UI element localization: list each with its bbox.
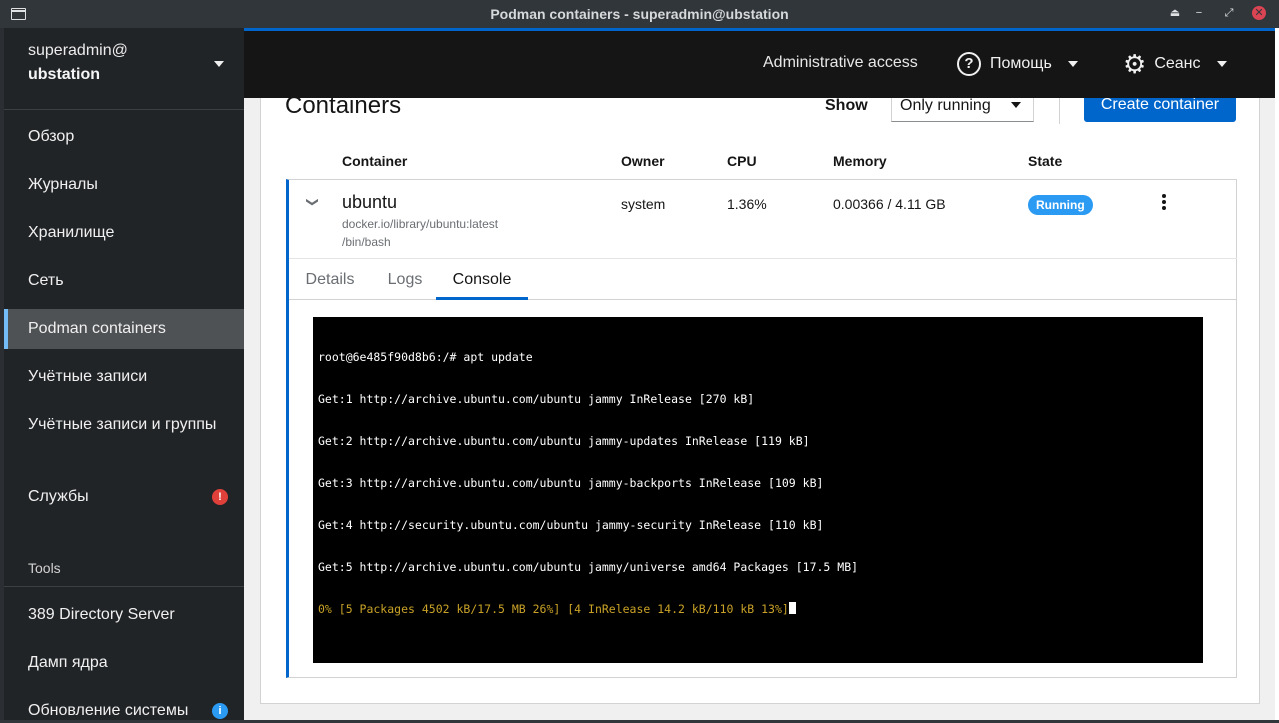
show-filter-value: Only running [900, 98, 991, 114]
sidebar-item-label: Журналы [28, 176, 98, 193]
show-filter-label: Show [825, 98, 868, 114]
container-command: /bin/bash [342, 235, 391, 249]
keep-above-button[interactable]: ⏏ [1168, 6, 1182, 20]
sidebar-item-software-updates[interactable]: Обновление системы i [4, 691, 244, 720]
caret-down-icon [1011, 102, 1021, 108]
error-badge-icon: ! [212, 489, 228, 505]
gear-icon: ⚙ [1123, 49, 1147, 79]
sidebar-item-label: Обзор [28, 128, 75, 145]
sidebar-item-label: Podman containers [28, 320, 166, 337]
main-content: Containers Show Only running Create cont… [244, 98, 1275, 720]
column-header-cpu[interactable]: CPU [727, 153, 757, 169]
terminal-progress-line: 0% [5 Packages 4502 kB/17.5 MB 26%] [4 I… [318, 602, 1198, 616]
sidebar-item-logs[interactable]: Журналы [4, 165, 244, 205]
sidebar-item-kernel-dump[interactable]: Дамп ядра [4, 643, 244, 683]
toolbar-divider [1059, 98, 1060, 124]
chevron-down-icon[interactable]: ❯ [306, 197, 320, 207]
container-image: docker.io/library/ubuntu:latest [342, 217, 499, 231]
caret-down-icon [1067, 61, 1078, 67]
help-label: Помощь [990, 55, 1052, 72]
minimize-button[interactable]: − [1192, 6, 1206, 20]
sidebar-item-label: Хранилище [28, 224, 115, 241]
terminal-line: root@6e485f90d8b6:/# apt update [318, 350, 533, 364]
caret-down-icon [1216, 61, 1227, 67]
session-label: Сеанс [1154, 55, 1201, 72]
terminal-cursor [788, 602, 796, 614]
sidebar-item-label: Сеть [28, 272, 64, 289]
tab-console[interactable]: Console [436, 260, 528, 300]
host-user: superadmin@ [28, 42, 128, 59]
window-title: Podman containers - superadmin@ubstation [490, 6, 789, 22]
administrative-access-button[interactable]: Administrative access [763, 54, 918, 72]
window-edge [1275, 28, 1279, 720]
maximize-button[interactable]: ⤢ [1222, 6, 1236, 20]
terminal-line: Get:2 http://archive.ubuntu.com/ubuntu j… [318, 434, 810, 448]
sidebar-item-label: Учётные записи и группы [28, 416, 217, 433]
sidebar-item-podman-containers[interactable]: Podman containers [4, 309, 244, 349]
terminal-line: Get:5 http://archive.ubuntu.com/ubuntu j… [318, 560, 859, 574]
terminal-line: Get:4 http://security.ubuntu.com/ubuntu … [318, 518, 824, 532]
sidebar-item-storage[interactable]: Хранилище [4, 213, 244, 253]
terminal-line: Get:3 http://archive.ubuntu.com/ubuntu j… [318, 476, 824, 490]
containers-card: Containers Show Only running Create cont… [260, 98, 1260, 704]
session-menu-button[interactable]: ⚙ Сеанс [1123, 49, 1227, 79]
column-header-memory[interactable]: Memory [833, 153, 887, 169]
container-cpu: 1.36% [727, 196, 767, 212]
console-terminal[interactable]: root@6e485f90d8b6:/# apt update Get:1 ht… [313, 317, 1203, 663]
sidebar-item-label: Дамп ядра [28, 654, 108, 671]
table-row: ❯ ubuntu docker.io/library/ubuntu:latest… [286, 179, 1237, 678]
sidebar-item-label: 389 Directory Server [28, 606, 175, 623]
sidebar-item-accounts[interactable]: Учётные записи [4, 357, 244, 397]
host-name: ubstation [28, 66, 100, 83]
column-header-state[interactable]: State [1028, 153, 1062, 169]
tools-section-title: Tools [28, 560, 61, 576]
sidebar: superadmin@ ubstation Обзор Журналы Хран… [4, 28, 244, 720]
sidebar-item-accounts-groups[interactable]: Учётные записи и группы [4, 405, 244, 445]
column-header-container[interactable]: Container [342, 153, 407, 169]
info-badge-icon: i [212, 703, 228, 719]
tab-logs[interactable]: Logs [387, 260, 423, 300]
sidebar-item-network[interactable]: Сеть [4, 261, 244, 301]
window-titlebar: Podman containers - superadmin@ubstation… [0, 0, 1279, 28]
container-row-header[interactable]: ❯ ubuntu docker.io/library/ubuntu:latest… [289, 180, 1237, 259]
host-switcher[interactable]: superadmin@ ubstation [4, 28, 244, 110]
sidebar-item-389-directory-server[interactable]: 389 Directory Server [4, 595, 244, 635]
container-tabs: Details Logs Console [289, 260, 1237, 300]
create-container-button[interactable]: Create container [1084, 98, 1236, 122]
progress-text: 0% [5 Packages 4502 kB/17.5 MB 26%] [4 I… [318, 602, 789, 616]
terminal-line: Get:1 http://archive.ubuntu.com/ubuntu j… [318, 392, 755, 406]
container-owner: system [621, 196, 666, 212]
caret-down-icon [214, 61, 224, 67]
close-window-button[interactable]: ✕ [1252, 6, 1266, 20]
show-filter-select[interactable]: Only running [891, 98, 1034, 122]
column-header-owner[interactable]: Owner [621, 153, 665, 169]
tab-details[interactable]: Details [305, 260, 355, 300]
help-menu-button[interactable]: ? Помощь [957, 49, 1078, 79]
sidebar-item-label: Учётные записи [28, 368, 148, 385]
container-memory: 0.00366 / 4.11 GB [833, 196, 946, 212]
sidebar-item-services[interactable]: Службы ! [4, 477, 244, 517]
help-icon: ? [957, 52, 981, 76]
divider [4, 586, 244, 587]
sidebar-item-label: Службы [28, 488, 89, 505]
kebab-menu-icon[interactable] [1159, 194, 1169, 212]
page-title: Containers [285, 98, 402, 119]
container-name: ubuntu [342, 192, 398, 212]
top-header: Administrative access ? Помощь ⚙ Сеанс [244, 28, 1275, 98]
sidebar-item-overview[interactable]: Обзор [4, 117, 244, 157]
sidebar-item-label: Обновление системы [28, 702, 189, 719]
status-badge: Running [1028, 195, 1093, 215]
